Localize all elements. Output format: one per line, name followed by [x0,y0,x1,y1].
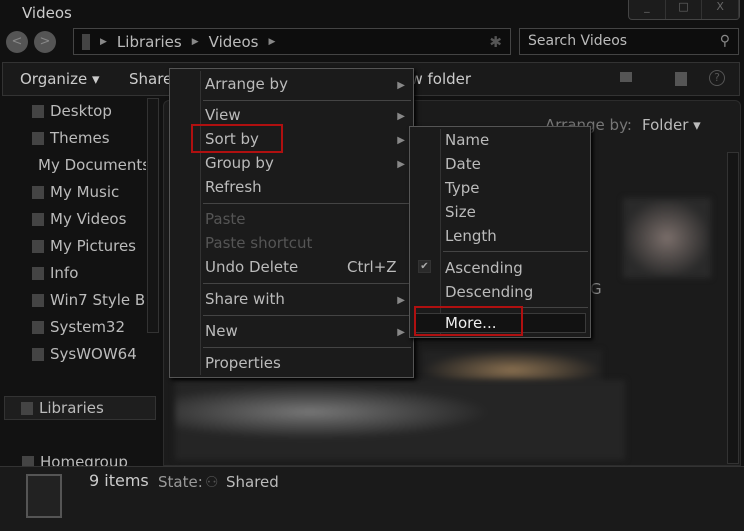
context-menu: Arrange by ▶ View ▶ Sort by ▶ Group by ▶ Ref… [169,68,414,378]
sidebar-item[interactable]: My Videos [32,210,126,228]
menu-item-properties[interactable]: Properties [205,354,281,372]
preview-pane-icon[interactable] [675,72,687,86]
sidebar-item[interactable]: My Pictures [32,237,136,255]
breadcrumb-libraries[interactable]: Libraries [117,33,182,51]
sidebar-label: My Videos [50,210,127,228]
arrange-by-dropdown[interactable]: Folder ▾ [642,116,701,134]
sidebar-label: System32 [50,318,126,336]
content-scrollbar[interactable] [727,152,739,464]
organize-button[interactable]: Organize ▾ [20,70,100,88]
shared-icon: ⚇ [205,473,219,491]
sidebar-item[interactable]: System32 [32,318,125,336]
sidebar-item[interactable]: Win7 Style B [32,291,146,309]
close-button[interactable]: X [702,0,740,19]
submenu-item-name[interactable]: Name [445,131,489,149]
sidebar-item[interactable]: My Music [32,183,119,201]
sidebar-label: Win7 Style B [50,291,146,309]
highlight-box [191,124,283,153]
file-label: G [590,280,602,298]
search-placeholder: Search Videos [528,33,628,49]
check-icon: ✔ [418,260,431,273]
breadcrumb-videos[interactable]: Videos [209,33,259,51]
folder-icon [32,185,44,199]
view-icon[interactable] [620,72,632,82]
chevron-right-icon: ▶ [397,80,405,91]
submenu-item-type[interactable]: Type [445,179,479,197]
menu-item-view[interactable]: View [205,106,241,124]
state-label: State: [158,473,203,491]
sidebar-libraries[interactable]: Libraries [4,396,156,420]
sidebar-label: Desktop [50,102,112,120]
sidebar-item[interactable]: My Documents [32,156,146,174]
folder-icon [82,33,90,50]
folder-icon [32,293,44,307]
sidebar-item[interactable]: Info [32,264,78,282]
chevron-right-icon: ▶ [100,36,107,47]
chevron-right-icon: ▶ [268,36,276,47]
sidebar-label: Libraries [39,399,104,417]
search-icon: ⚲ [719,33,730,49]
back-button[interactable]: < [6,31,28,53]
minimize-button[interactable]: _ [629,0,666,19]
sidebar-item[interactable]: Desktop [32,102,112,120]
sidebar-scrollbar[interactable] [147,98,159,333]
search-input[interactable]: Search Videos ⚲ [519,28,739,55]
menu-item-paste[interactable]: Paste [205,210,246,228]
menu-item-new[interactable]: New [205,322,238,340]
menu-item-undo-delete[interactable]: Undo Delete [205,258,298,276]
maximize-button[interactable]: □ [666,0,703,19]
desktop-icon [32,104,44,118]
sidebar-item[interactable]: SysWOW64 [32,345,137,363]
library-icon [21,401,33,415]
submenu-item-size[interactable]: Size [445,203,476,221]
refresh-icon[interactable]: ✱ [489,33,502,51]
menu-item-paste-shortcut[interactable]: Paste shortcut [205,234,312,252]
video-thumbnail[interactable] [623,198,711,278]
highlight-box [414,306,523,336]
submenu-item-ascending[interactable]: Ascending [445,259,523,277]
submenu-item-length[interactable]: Length [445,227,497,245]
submenu-item-descending[interactable]: Descending [445,283,533,301]
item-count: 9 items [89,471,149,490]
sidebar-label: Themes [50,129,110,147]
chevron-right-icon: ▶ [397,159,405,170]
chevron-right-icon: ▶ [191,36,199,47]
video-thumbnail[interactable] [175,380,625,460]
menu-item-share-with[interactable]: Share with [205,290,285,308]
window-controls: _ □ X [628,0,740,20]
chevron-right-icon: ▶ [397,111,405,122]
library-icon [26,474,62,518]
sidebar-label: SysWOW64 [50,345,137,363]
sidebar-label: My Pictures [50,237,136,255]
help-icon[interactable]: ? [709,70,725,86]
menu-item-group-by[interactable]: Group by [205,154,274,172]
menu-item-refresh[interactable]: Refresh [205,178,262,196]
sidebar-label: My Documents [38,156,146,174]
address-bar[interactable]: ▶ Libraries ▶ Videos ▶ ✱ [73,28,511,55]
state-value: Shared [226,473,279,491]
folder-icon [32,239,44,253]
sidebar-label: Info [50,264,79,282]
chevron-right-icon: ▶ [397,135,405,146]
folder-icon [32,320,44,334]
chevron-right-icon: ▶ [397,295,405,306]
window-title: Videos [22,4,72,22]
sidebar-item[interactable]: Themes [32,129,110,147]
submenu-item-date[interactable]: Date [445,155,481,173]
forward-button[interactable]: > [34,31,56,53]
folder-icon [32,212,44,226]
folder-icon [32,266,44,280]
sidebar-label: My Music [50,183,120,201]
shortcut-label: Ctrl+Z [347,258,397,276]
menu-item-arrange-by[interactable]: Arrange by [205,75,288,93]
folder-icon [32,347,44,361]
folder-icon [32,131,44,145]
share-button[interactable]: Share [129,70,172,88]
chevron-right-icon: ▶ [397,327,405,338]
